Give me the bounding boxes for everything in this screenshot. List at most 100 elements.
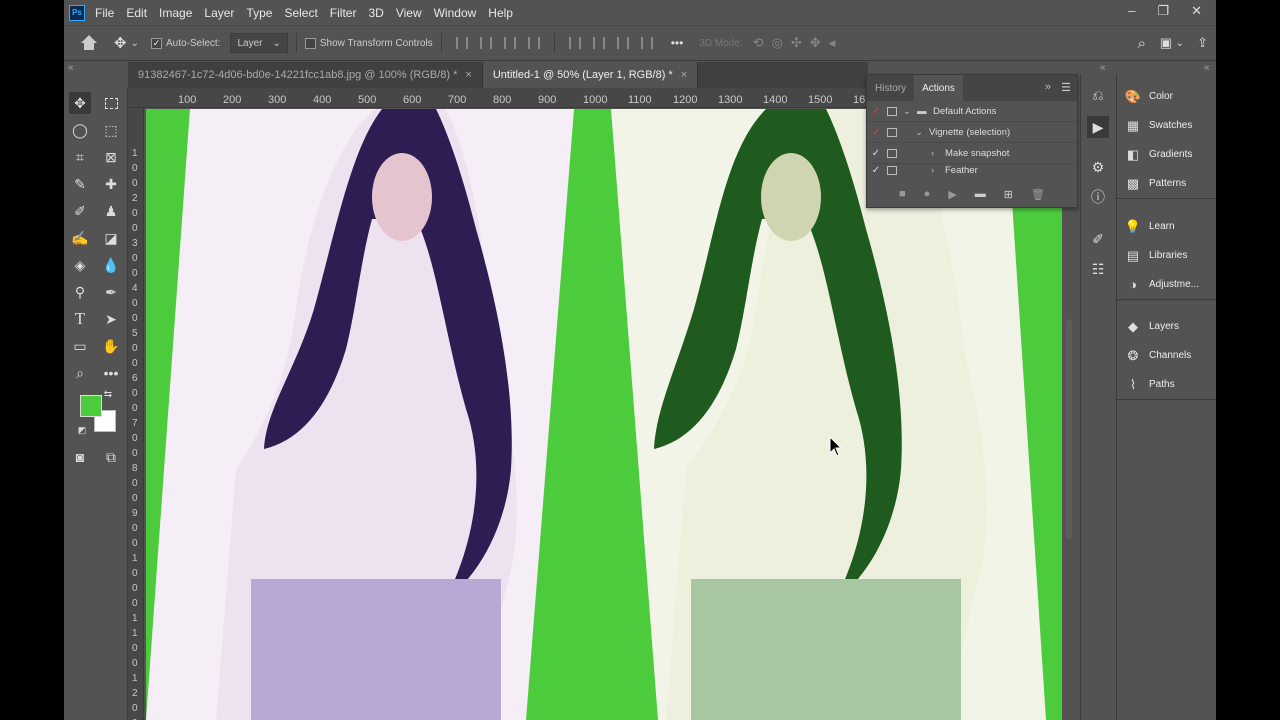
blur-tool-icon[interactable]: 💧 (100, 254, 122, 276)
3d-pan-icon[interactable]: ✣ (791, 35, 802, 51)
menu-3d[interactable]: 3D (368, 6, 383, 20)
close-tab-icon[interactable]: × (465, 69, 471, 81)
actions-play-icon[interactable]: ▶ (1087, 116, 1109, 138)
path-selection-tool-icon[interactable]: ➤ (100, 308, 122, 330)
eyedropper-tool-icon[interactable]: ✎ (69, 173, 91, 195)
menu-select[interactable]: Select (284, 6, 317, 20)
toggle-check-icon[interactable]: ✓ (867, 165, 885, 176)
properties-icon[interactable]: ⚙ (1089, 158, 1107, 176)
action-row[interactable]: ✓ › Make snapshot (867, 143, 1077, 164)
auto-select-toggle[interactable]: ✓ Auto-Select: (150, 37, 220, 49)
tab-document-jpg[interactable]: 91382467-1c72-4d06-bd0e-14221fcc1ab8.jpg… (128, 62, 483, 88)
clone-stamp-tool-icon[interactable]: ♟ (100, 200, 122, 222)
paint-bucket-tool-icon[interactable]: ◈ (69, 254, 91, 276)
menu-type[interactable]: Type (246, 6, 272, 20)
panel-gradients[interactable]: ◧ Gradients (1117, 140, 1216, 169)
3d-camera-icon[interactable]: ◂ (829, 35, 836, 51)
checkbox-icon[interactable] (304, 37, 316, 49)
tab-untitled-1[interactable]: Untitled-1 @ 50% (Layer 1, RGB/8) * × (482, 62, 699, 88)
play-icon[interactable]: ▶ (948, 188, 956, 201)
menu-edit[interactable]: Edit (126, 6, 147, 20)
menu-view[interactable]: View (396, 6, 422, 20)
default-colors-icon[interactable]: ◩ (76, 424, 88, 436)
expand-chevron-icon[interactable]: ⌄ (915, 127, 929, 138)
rectangle-tool-icon[interactable]: ▭ (69, 335, 91, 357)
new-set-folder-icon[interactable]: ▬ (975, 188, 986, 200)
crop-tool-icon[interactable]: ⌗ (69, 146, 91, 168)
type-tool-icon[interactable]: T (69, 308, 91, 330)
align-middle-icon[interactable] (592, 37, 605, 49)
toggle-check-icon[interactable]: ✓ (867, 127, 885, 138)
healing-brush-tool-icon[interactable]: ✚ (100, 173, 122, 195)
panel-adjustments[interactable]: ◑ Adjustme... (1117, 270, 1216, 299)
panel-menu-icon[interactable]: ☰ (1061, 81, 1071, 94)
chevron-down-icon[interactable]: ⌄ (131, 38, 139, 49)
3d-slide-icon[interactable]: ✥ (810, 35, 821, 51)
chevron-down-icon[interactable]: ⌄ (1176, 38, 1184, 49)
align-top-icon[interactable] (568, 37, 581, 49)
menu-image[interactable]: Image (159, 6, 192, 20)
align-left-icon[interactable] (455, 37, 468, 49)
minimize-button[interactable]: – (1128, 3, 1135, 19)
align-center-icon[interactable] (479, 37, 492, 49)
action-row[interactable]: ✓ ⌄ ▬ Default Actions (867, 101, 1077, 122)
distribute-vertical-icon[interactable] (640, 37, 653, 49)
dodge-tool-icon[interactable]: ⚲ (69, 281, 91, 303)
history-icon[interactable]: ⎌ (1089, 86, 1107, 104)
pen-tool-icon[interactable]: ✒ (100, 281, 122, 303)
share-icon[interactable]: ⇪ (1197, 35, 1208, 51)
panel-learn[interactable]: 💡 Learn (1117, 212, 1216, 241)
menu-file[interactable]: File (95, 6, 114, 20)
close-tab-icon[interactable]: × (681, 69, 687, 81)
stop-icon[interactable]: ■ (899, 188, 906, 200)
hand-tool-icon[interactable]: ✋ (100, 335, 122, 357)
dialog-toggle-icon[interactable] (887, 106, 897, 116)
panel-paths[interactable]: ⌇ Paths (1117, 370, 1216, 399)
adjustments-sliders-icon[interactable]: ☷ (1089, 260, 1107, 278)
align-bottom-icon[interactable] (616, 37, 629, 49)
lasso-tool-icon[interactable]: ◯ (69, 119, 91, 141)
tab-history[interactable]: History (867, 75, 914, 101)
toggle-check-icon[interactable]: ✓ (867, 106, 885, 117)
action-row[interactable]: ✓ › Feather (867, 164, 1077, 176)
foreground-color-swatch[interactable] (80, 395, 102, 417)
panel-swatches[interactable]: ▦ Swatches (1117, 111, 1216, 140)
restore-button[interactable]: ❐ (1157, 3, 1169, 19)
dialog-toggle-icon[interactable] (887, 127, 897, 137)
swap-colors-icon[interactable]: ⇆ (102, 388, 114, 400)
panel-patterns[interactable]: ▩ Patterns (1117, 169, 1216, 198)
dialog-toggle-icon[interactable] (887, 165, 897, 175)
move-tool-preset-icon[interactable]: ✥ (114, 34, 127, 52)
menu-layer[interactable]: Layer (204, 6, 234, 20)
checkbox-checked-icon[interactable]: ✓ (150, 37, 162, 49)
dialog-toggle-icon[interactable] (887, 148, 897, 158)
brushes-icon[interactable]: ✐ (1089, 230, 1107, 248)
brush-tool-icon[interactable]: ✐ (69, 200, 91, 222)
3d-roll-icon[interactable]: ◎ (772, 35, 783, 51)
expand-panel-icon[interactable]: » (1045, 81, 1051, 93)
history-brush-tool-icon[interactable]: ✍ (69, 227, 91, 249)
menu-window[interactable]: Window (434, 6, 477, 20)
home-icon[interactable] (80, 35, 98, 51)
collapse-right-icon[interactable]: « (1204, 62, 1210, 73)
tab-actions[interactable]: Actions (914, 75, 963, 101)
info-icon[interactable]: ⓘ (1089, 188, 1107, 206)
marquee-tool-icon[interactable] (100, 92, 122, 114)
menu-help[interactable]: Help (488, 6, 513, 20)
search-icon[interactable]: ⌕ (1138, 35, 1146, 52)
align-right-icon[interactable] (503, 37, 516, 49)
panel-channels[interactable]: ❂ Channels (1117, 341, 1216, 370)
panel-layers[interactable]: ◆ Layers (1117, 312, 1216, 341)
object-select-tool-icon[interactable]: ⬚ (100, 119, 122, 141)
eraser-tool-icon[interactable]: ◪ (100, 227, 122, 249)
new-action-icon[interactable]: ⊞ (1004, 188, 1013, 201)
record-icon[interactable]: ● (924, 188, 931, 200)
collapse-left-icon[interactable]: « (68, 62, 74, 73)
trash-icon[interactable]: 🗑 (1031, 188, 1045, 201)
more-options-button[interactable]: ••• (671, 36, 684, 50)
action-row[interactable]: ✓ ⌄ Vignette (selection) (867, 122, 1077, 143)
scrollbar-thumb[interactable] (1066, 319, 1072, 539)
screen-mode-icon[interactable]: ⧉ (100, 446, 122, 468)
move-tool-icon[interactable]: ✥ (69, 92, 91, 114)
workspace-icon[interactable]: ▣ (1160, 35, 1172, 51)
